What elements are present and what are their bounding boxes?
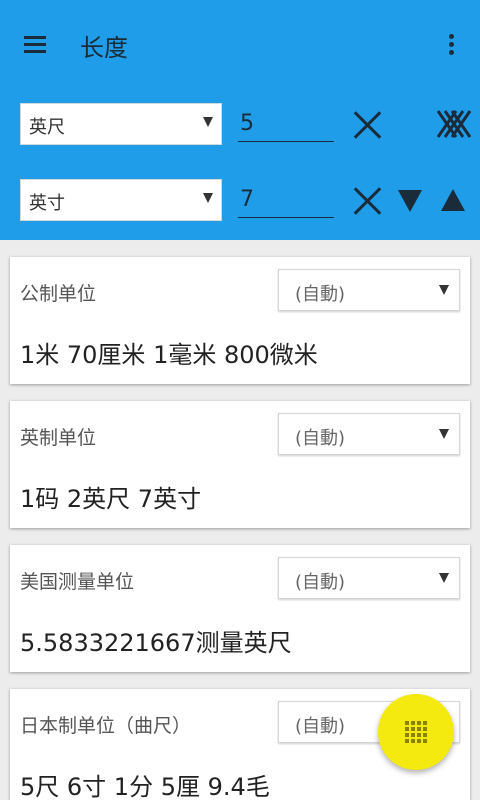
card-title: 美国测量单位 <box>20 571 135 593</box>
card-mode-label: (自動) <box>295 284 346 305</box>
result-card-metric: 公制单位 (自動) 1米 70厘米 1毫米 800微米 <box>10 257 470 384</box>
app-bar: 长度 英尺 英寸 <box>0 0 480 240</box>
keypad-grid-icon <box>405 721 427 743</box>
card-value: 1米 70厘米 1毫米 800微米 <box>20 341 318 369</box>
hamburger-menu-icon[interactable] <box>18 28 52 62</box>
clear-all-icon[interactable] <box>436 108 472 140</box>
chevron-down-icon <box>203 117 213 127</box>
result-card-imperial: 英制单位 (自動) 1码 2英尺 7英寸 <box>10 401 470 528</box>
arrow-up-triangle-icon[interactable] <box>441 189 465 211</box>
more-options-icon[interactable] <box>440 28 464 62</box>
card-mode-select[interactable]: (自動) <box>278 557 460 599</box>
card-value: 1码 2英尺 7英寸 <box>20 485 202 513</box>
from-unit-select[interactable]: 英尺 <box>20 103 222 145</box>
card-title: 日本制单位（曲尺） <box>20 715 192 737</box>
card-title: 公制单位 <box>20 283 97 305</box>
card-mode-label: (自動) <box>295 716 346 737</box>
clear-from-icon[interactable] <box>353 110 383 140</box>
to-unit-select[interactable]: 英寸 <box>20 179 222 221</box>
result-card-us-survey: 美国测量单位 (自動) 5.5833221667测量英尺 <box>10 545 470 672</box>
chevron-down-icon <box>439 429 449 439</box>
clear-to-icon[interactable] <box>353 186 383 216</box>
keypad-fab-button[interactable] <box>378 694 454 770</box>
to-value-input[interactable] <box>238 182 334 218</box>
arrow-down-triangle-icon[interactable] <box>398 190 422 212</box>
chevron-down-icon <box>439 285 449 295</box>
card-value: 5尺 6寸 1分 5厘 9.4毛 <box>20 773 270 800</box>
card-mode-label: (自動) <box>295 572 346 593</box>
page-title: 长度 <box>80 34 128 62</box>
chevron-down-icon <box>439 573 449 583</box>
card-title: 英制单位 <box>20 427 97 449</box>
card-mode-select[interactable]: (自動) <box>278 413 460 455</box>
card-mode-label: (自動) <box>295 428 346 449</box>
from-unit-label: 英尺 <box>29 117 65 138</box>
from-value-input[interactable] <box>238 106 334 142</box>
to-unit-label: 英寸 <box>29 193 65 214</box>
card-value: 5.5833221667测量英尺 <box>20 629 292 657</box>
chevron-down-icon <box>203 193 213 203</box>
card-mode-select[interactable]: (自動) <box>278 269 460 311</box>
